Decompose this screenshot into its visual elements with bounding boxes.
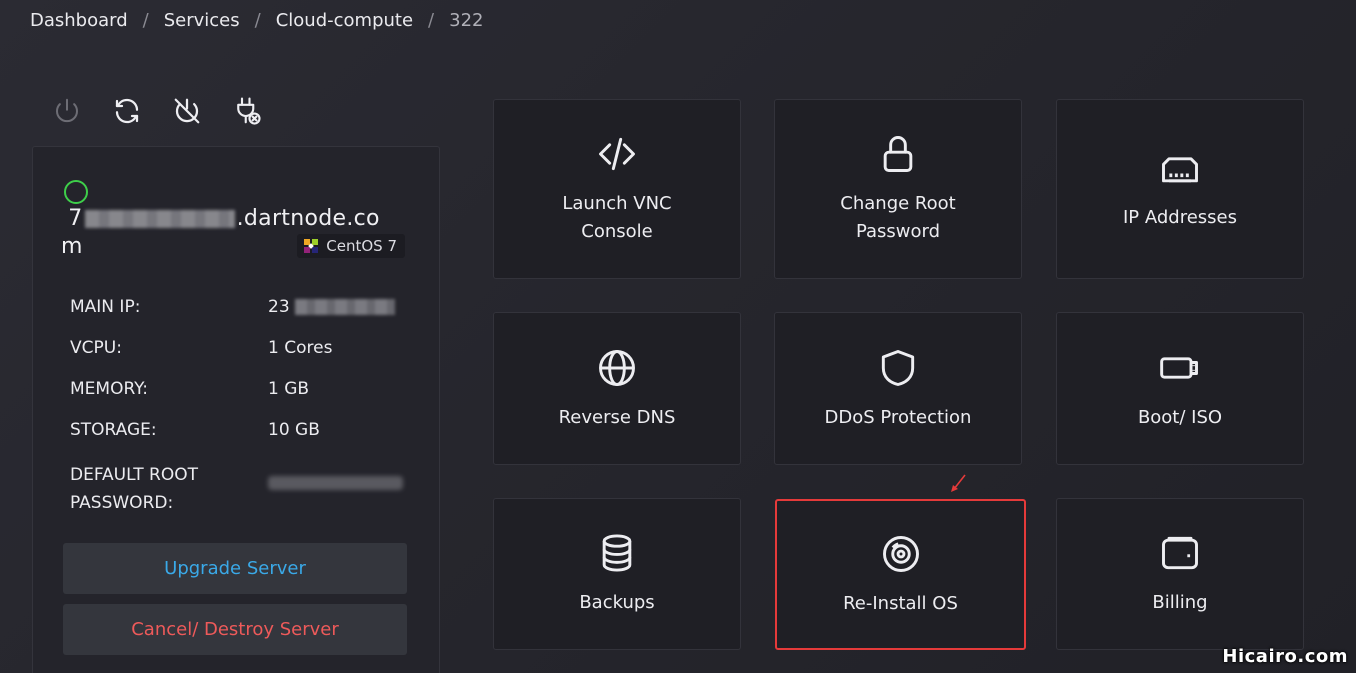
spec-value: 1 GB bbox=[268, 379, 310, 399]
tile-label: Boot/ ISO bbox=[1138, 404, 1222, 432]
breadcrumb-services[interactable]: Services bbox=[164, 10, 240, 31]
os-name: CentOS 7 bbox=[326, 237, 397, 255]
tile-label: Backups bbox=[579, 589, 654, 617]
code-icon bbox=[595, 132, 639, 176]
root-password-label-line1: DEFAULT ROOT bbox=[70, 465, 198, 485]
breadcrumb-dashboard[interactable]: Dashboard bbox=[30, 10, 128, 31]
spec-root-password: DEFAULT ROOT PASSWORD: bbox=[70, 461, 410, 517]
tile-label: Launch VNC Console bbox=[562, 190, 671, 246]
tile-change-root-password[interactable]: Change Root Password bbox=[774, 99, 1022, 279]
redacted-hostname bbox=[84, 210, 235, 228]
breadcrumb-current: 322 bbox=[449, 10, 484, 31]
reboot-button[interactable] bbox=[110, 94, 144, 128]
spec-main-ip: MAIN IP: 23 bbox=[70, 297, 410, 318]
centos-logo-icon bbox=[304, 239, 319, 253]
redacted-password[interactable] bbox=[268, 476, 403, 490]
power-icon bbox=[56, 98, 78, 123]
power-button[interactable] bbox=[50, 94, 84, 128]
tile-label-text: Change Root Password bbox=[840, 193, 956, 242]
globe-icon bbox=[595, 346, 639, 390]
tile-label: Re-Install OS bbox=[843, 590, 958, 618]
tile-launch-vnc-console[interactable]: Launch VNC Console bbox=[493, 99, 741, 279]
spec-vcpu: VCPU: 1 Cores bbox=[70, 338, 410, 359]
spec-value: 23 bbox=[268, 297, 410, 318]
spec-value bbox=[268, 461, 410, 517]
power-off-icon bbox=[174, 98, 200, 124]
tile-label: DDoS Protection bbox=[825, 404, 972, 432]
cancel-destroy-server-button[interactable]: Cancel/ Destroy Server bbox=[63, 604, 407, 655]
tile-label-text: DDoS Protection bbox=[824, 406, 972, 428]
spec-label: MAIN IP: bbox=[70, 297, 141, 317]
lock-icon bbox=[876, 132, 920, 176]
tile-label-text: Re-Install OS bbox=[843, 592, 958, 614]
force-stop-button[interactable] bbox=[230, 94, 264, 128]
spec-label: MEMORY: bbox=[70, 379, 149, 399]
tile-label: IP Addresses bbox=[1123, 204, 1237, 232]
watermark: Hicairo.com bbox=[1222, 646, 1348, 667]
tile-reinstall-os[interactable]: Re-Install OS bbox=[775, 499, 1026, 650]
server-specs: MAIN IP: 23 VCPU: 1 Cores MEMORY: 1 GB S… bbox=[70, 297, 410, 537]
annotation-arrow-icon bbox=[951, 474, 966, 492]
plug-x-icon bbox=[237, 97, 261, 125]
tile-label-text: Reverse DNS bbox=[558, 406, 676, 428]
redacted-ip bbox=[295, 299, 396, 315]
tile-label-text: Boot/ ISO bbox=[1137, 406, 1223, 428]
main-ip-value: 23 bbox=[268, 297, 290, 317]
tile-label: Reverse DNS bbox=[559, 404, 676, 432]
tile-ip-addresses[interactable]: IP Addresses bbox=[1056, 99, 1304, 279]
tile-ddos-protection[interactable]: DDoS Protection bbox=[774, 312, 1022, 465]
server-info-panel: 7 .dartnode.co m CentOS 7 MAIN IP: 23 VCPU… bbox=[32, 146, 440, 673]
tile-billing[interactable]: Billing bbox=[1056, 498, 1304, 650]
shield-icon bbox=[876, 346, 920, 390]
breadcrumb-separator: / bbox=[428, 10, 435, 31]
os-badge: CentOS 7 bbox=[297, 234, 405, 258]
upgrade-server-button[interactable]: Upgrade Server bbox=[63, 543, 407, 594]
ethernet-icon bbox=[1158, 146, 1202, 190]
tile-reverse-dns[interactable]: Reverse DNS bbox=[493, 312, 741, 465]
spec-memory: MEMORY: 1 GB bbox=[70, 379, 410, 400]
tile-boot-iso[interactable]: Boot/ ISO bbox=[1056, 312, 1304, 465]
database-icon bbox=[595, 531, 639, 575]
breadcrumb-separator: / bbox=[142, 10, 149, 31]
spec-label: STORAGE: bbox=[70, 420, 157, 440]
tile-label-text: Backups bbox=[579, 592, 655, 613]
hostname-suffix: .dartnode.co bbox=[236, 206, 380, 231]
spec-value: 10 GB bbox=[268, 420, 320, 440]
breadcrumb: Dashboard / Services / Cloud-compute / 3… bbox=[30, 10, 483, 31]
wallet-icon bbox=[1158, 531, 1202, 575]
usb-drive-icon bbox=[1158, 346, 1202, 390]
spec-label: VCPU: bbox=[70, 338, 122, 358]
spec-label: DEFAULT ROOT PASSWORD: bbox=[70, 461, 268, 517]
root-password-label-line2: PASSWORD: bbox=[70, 493, 174, 513]
spec-value: 1 Cores bbox=[268, 338, 333, 358]
breadcrumb-separator: / bbox=[254, 10, 261, 31]
power-toolbar bbox=[50, 94, 264, 128]
refresh-icon bbox=[115, 98, 139, 124]
spec-storage: STORAGE: 10 GB bbox=[70, 420, 410, 441]
tile-label-text: Billing bbox=[1152, 592, 1208, 613]
tile-backups[interactable]: Backups bbox=[493, 498, 741, 650]
status-indicator-icon bbox=[64, 180, 88, 204]
shutdown-button[interactable] bbox=[170, 94, 204, 128]
tile-label: Billing bbox=[1152, 589, 1207, 617]
hostname-prefix: 7 bbox=[68, 206, 83, 231]
tile-label: Change Root Password bbox=[840, 190, 955, 246]
tile-label-text: Launch VNC Console bbox=[562, 193, 672, 242]
tile-label-text: IP Addresses bbox=[1122, 207, 1238, 228]
disc-icon bbox=[879, 532, 923, 576]
hostname-wrap: m bbox=[61, 234, 83, 259]
breadcrumb-cloud-compute[interactable]: Cloud-compute bbox=[276, 10, 413, 31]
